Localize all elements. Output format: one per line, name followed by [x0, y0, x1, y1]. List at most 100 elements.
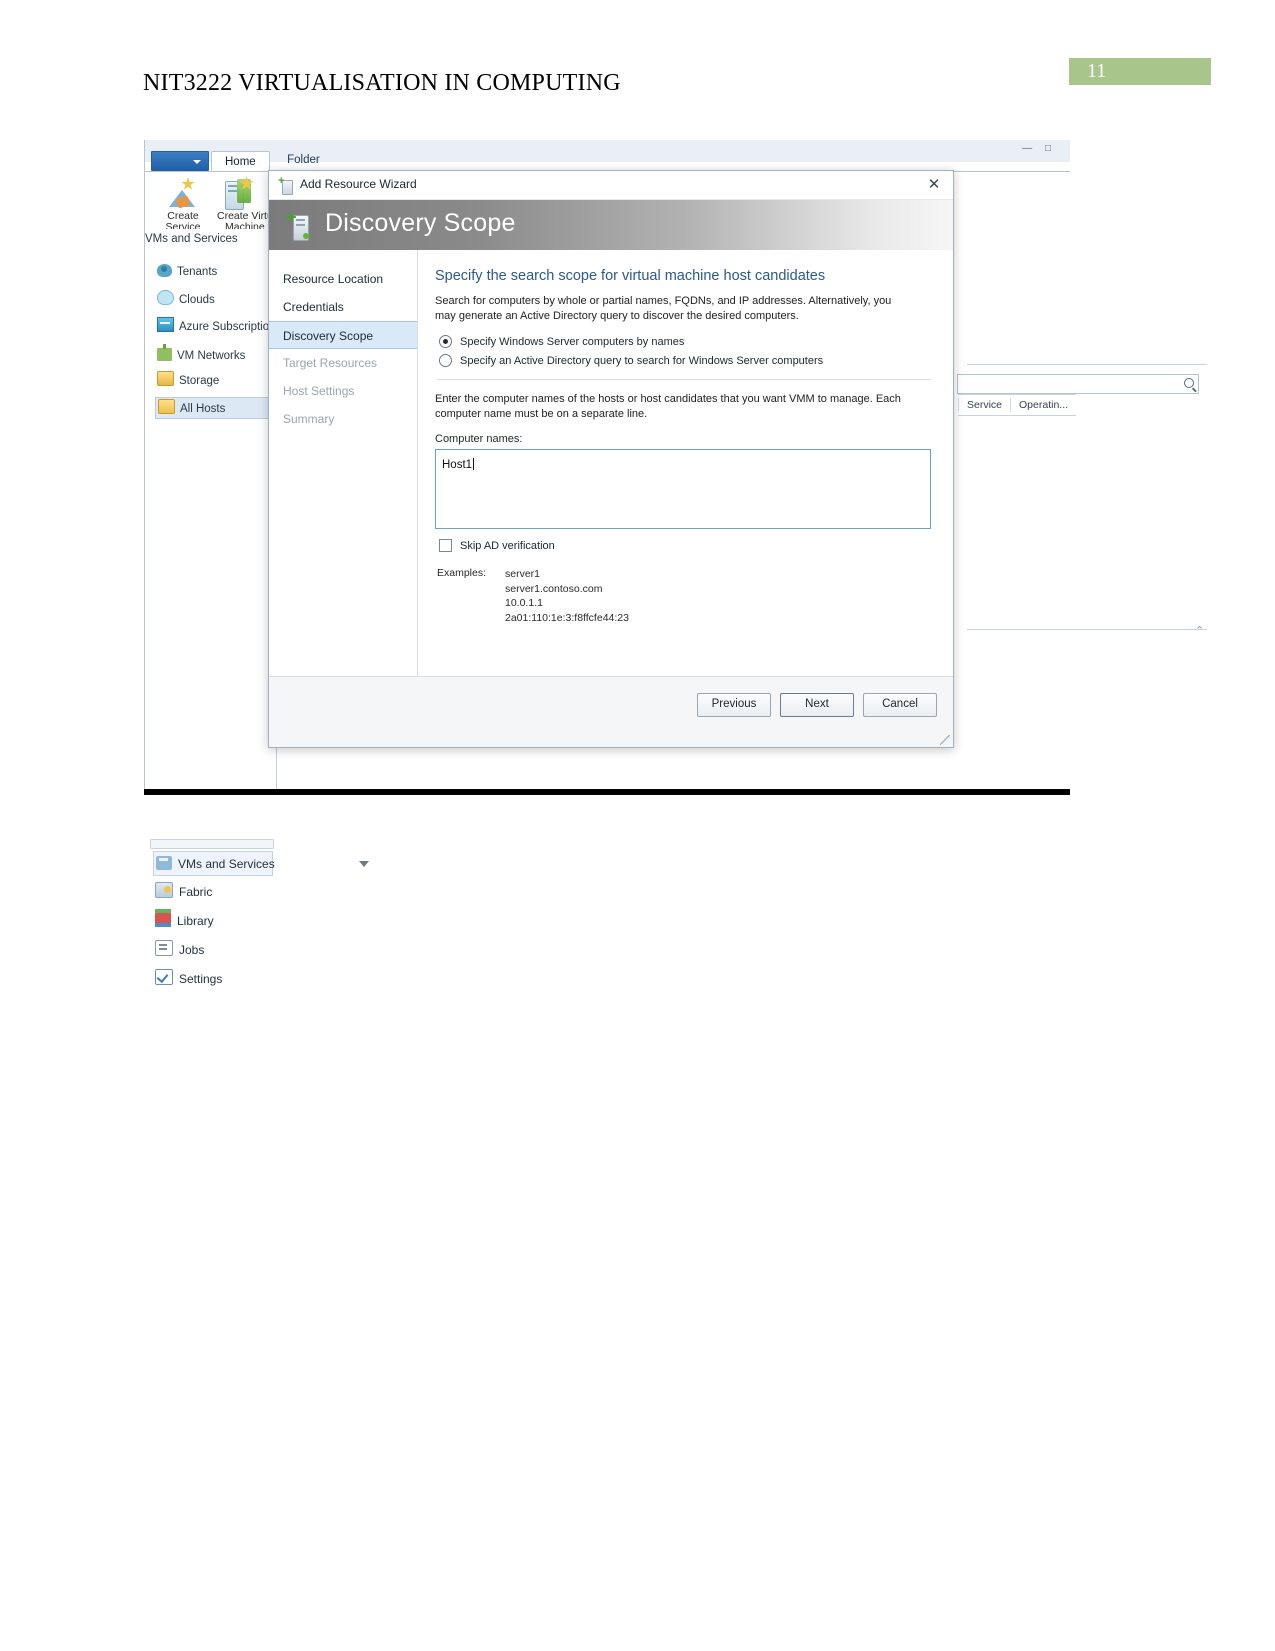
sidebar-item-clouds[interactable]: Clouds	[157, 289, 215, 311]
ribbon-tab-strip: Home Folder — □	[145, 140, 1070, 172]
document-title: NIT3222 VIRTUALISATION IN COMPUTING	[143, 70, 621, 96]
example-item: 2a01:110:1e:3:f8ffcfe44:23	[505, 611, 629, 624]
page-number: 11	[1087, 60, 1107, 82]
skip-ad-verification-label: Skip AD verification	[460, 539, 555, 552]
example-item: server1	[505, 568, 541, 580]
navigation-pane: VMs and Services Tenants Clouds Azure Su…	[145, 229, 369, 986]
workspace-vms-and-services[interactable]: VMs and Services	[153, 851, 275, 876]
next-button[interactable]: Next	[780, 693, 854, 717]
nav-label-clouds: Clouds	[179, 294, 215, 306]
nav-header: VMs and Services	[145, 233, 238, 245]
fabric-icon	[155, 882, 173, 898]
workspace-jobs[interactable]: Jobs	[155, 938, 204, 963]
storage-icon	[157, 371, 174, 386]
radio-specify-ad-query[interactable]: Specify an Active Directory query to sea…	[439, 354, 931, 367]
content-scroll-icon[interactable]: ⌃	[1195, 624, 1204, 637]
nav-scroll-down-icon[interactable]	[359, 861, 369, 867]
settings-icon	[155, 969, 173, 985]
sidebar-item-storage[interactable]: Storage	[157, 370, 219, 392]
example-item: server1.contoso.com	[505, 582, 603, 595]
computer-names-label: Computer names:	[435, 433, 523, 445]
nav-label-storage: Storage	[179, 375, 220, 387]
step-summary: Summary	[283, 412, 335, 426]
wizard-content-pane: Specify the search scope for virtual mac…	[418, 250, 953, 676]
content-rule-bottom	[967, 629, 1207, 630]
step-resource-location[interactable]: Resource Location	[269, 265, 417, 293]
library-icon	[155, 909, 171, 927]
pane-divider	[437, 379, 931, 380]
step-credentials[interactable]: Credentials	[269, 293, 417, 321]
clouds-icon	[157, 290, 174, 305]
skip-ad-verification-row[interactable]: Skip AD verification	[439, 539, 931, 552]
examples-label: Examples:	[437, 567, 487, 579]
dialog-header-title: Discovery Scope	[325, 209, 516, 237]
radio-button-ad-query[interactable]	[439, 354, 452, 367]
grid-header: Service Operatin...	[958, 394, 1077, 416]
sidebar-item-all-hosts[interactable]: All Hosts	[155, 397, 275, 419]
search-input[interactable]	[957, 374, 1199, 394]
computer-names-input[interactable]: Host1	[435, 449, 931, 529]
workspace-label-jobs: Jobs	[179, 943, 205, 957]
nav-label-tenants: Tenants	[177, 266, 218, 278]
page-root: NIT3222 VIRTUALISATION IN COMPUTING 11 H…	[0, 0, 1275, 1651]
workspace-settings[interactable]: Settings	[155, 967, 222, 992]
examples-block: Examples: server1 server1.contoso.com 10…	[437, 567, 931, 625]
tab-folder[interactable]: Folder	[274, 151, 333, 170]
grid-column-operating-system[interactable]: Operatin...	[1010, 398, 1076, 412]
examples-list: server1 server1.contoso.com 10.0.1.1 2a0…	[505, 567, 629, 625]
dialog-titlebar[interactable]: + Add Resource Wizard ✕	[269, 171, 953, 200]
window-bottom-rule	[144, 789, 1070, 795]
radio-button-names[interactable]	[439, 335, 452, 348]
resize-grip[interactable]	[940, 735, 950, 745]
dialog-footer: Previous Next Cancel	[269, 676, 953, 747]
nav-label-allhosts: All Hosts	[180, 403, 226, 415]
skip-ad-verification-checkbox[interactable]	[439, 539, 452, 552]
workspace-label-library: Library	[177, 914, 214, 928]
tenants-icon	[157, 264, 172, 277]
sidebar-item-vm-networks[interactable]: VM Networks	[157, 343, 245, 365]
computer-names-value: Host1	[442, 459, 473, 471]
wizard-icon: +	[278, 176, 293, 195]
grid-column-service[interactable]: Service	[958, 398, 1010, 412]
page-number-badge: 11	[1069, 58, 1211, 85]
workspace-library[interactable]: Library	[155, 909, 214, 934]
azure-subscription-icon	[157, 317, 174, 332]
example-item: 10.0.1.1	[505, 597, 543, 609]
dialog-header-banner: + Discovery Scope	[269, 200, 953, 250]
tab-home[interactable]: Home	[211, 151, 270, 172]
workspace-splitter[interactable]	[150, 839, 274, 849]
pane-title: Specify the search scope for virtual mac…	[435, 268, 826, 284]
radio-specify-by-names[interactable]: Specify Windows Server computers by name…	[439, 335, 931, 348]
content-rule-top	[967, 364, 1207, 365]
radio-label-names: Specify Windows Server computers by name…	[460, 335, 685, 348]
vm-networks-icon	[157, 344, 172, 361]
pane-instruction: Enter the computer names of the hosts or…	[435, 393, 901, 420]
workspace-label-vms: VMs and Services	[178, 857, 275, 871]
dialog-body: Resource Location Credentials Discovery …	[269, 250, 953, 676]
jobs-icon	[155, 940, 173, 956]
all-hosts-icon	[158, 399, 175, 414]
ribbon-tabs: Home Folder	[211, 151, 333, 172]
radio-label-ad-query: Specify an Active Directory query to sea…	[460, 354, 824, 367]
wizard-steps-list: Resource Location Credentials Discovery …	[269, 250, 418, 676]
step-discovery-scope[interactable]: Discovery Scope	[269, 321, 417, 349]
window-controls[interactable]: — □	[1022, 143, 1056, 154]
cancel-button[interactable]: Cancel	[863, 693, 937, 717]
text-cursor	[473, 458, 475, 470]
vms-and-services-icon	[156, 856, 172, 870]
close-icon[interactable]: ✕	[923, 175, 945, 195]
quick-access-dropdown[interactable]	[151, 151, 209, 171]
footer-button-group: Previous Next Cancel	[697, 693, 937, 717]
pane-description: Search for computers by whole or partial…	[435, 295, 892, 322]
workspace-fabric[interactable]: Fabric	[155, 880, 212, 905]
workspace-label-fabric: Fabric	[179, 885, 213, 899]
nav-label-azure: Azure Subscription	[179, 321, 276, 333]
workspace-label-settings: Settings	[179, 972, 223, 986]
step-target-resources: Target Resources	[283, 356, 378, 370]
sidebar-item-azure-subscription[interactable]: Azure Subscription	[157, 316, 276, 338]
discovery-scope-icon: +	[286, 208, 309, 241]
step-host-settings: Host Settings	[283, 384, 355, 398]
dialog-title: Add Resource Wizard	[300, 177, 417, 191]
sidebar-item-tenants[interactable]: Tenants	[157, 261, 217, 283]
previous-button[interactable]: Previous	[697, 693, 771, 717]
